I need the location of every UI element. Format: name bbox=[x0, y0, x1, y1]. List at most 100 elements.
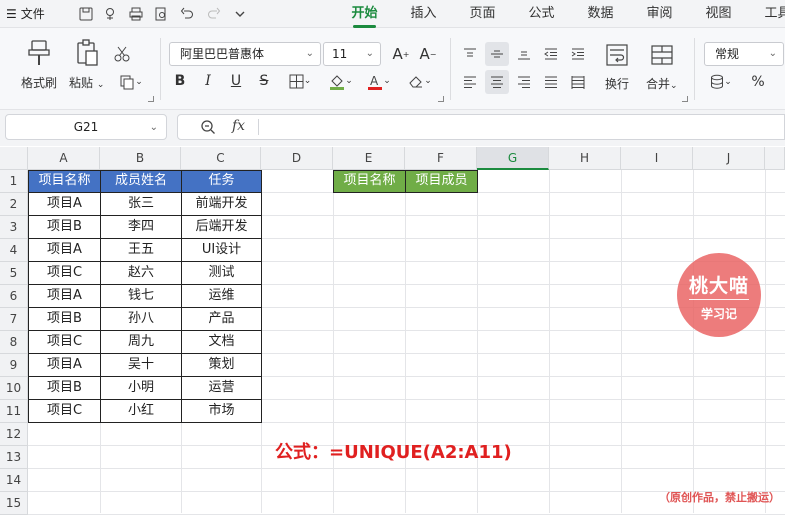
tab-review[interactable]: 审阅 bbox=[630, 0, 689, 28]
row-header-7[interactable]: 7 bbox=[0, 308, 28, 331]
underline-icon[interactable]: U bbox=[224, 69, 248, 93]
tab-page[interactable]: 页面 bbox=[453, 0, 512, 28]
percent-button[interactable]: % bbox=[746, 70, 770, 94]
table-cell[interactable]: 张三 bbox=[101, 193, 181, 215]
clear-button[interactable]: ⌄ bbox=[403, 69, 437, 93]
tab-home[interactable]: 开始 bbox=[335, 0, 394, 28]
table-cell[interactable]: 项目A bbox=[29, 285, 100, 307]
table-cell[interactable]: 后端开发 bbox=[182, 216, 261, 238]
column-header-c[interactable]: C bbox=[181, 147, 261, 170]
table-header-cell[interactable]: 项目名称 bbox=[29, 170, 100, 192]
table-cell[interactable]: 项目A bbox=[29, 239, 100, 261]
font-launcher-icon[interactable] bbox=[438, 96, 444, 102]
wrap-text-button[interactable]: 换行 bbox=[605, 40, 629, 92]
save-icon[interactable] bbox=[76, 4, 96, 24]
row-header-10[interactable]: 10 bbox=[0, 377, 28, 400]
redo-icon[interactable] bbox=[204, 4, 224, 24]
column-header-j[interactable]: J bbox=[693, 147, 765, 170]
row-header-13[interactable]: 13 bbox=[0, 446, 28, 469]
table-cell[interactable]: 项目C bbox=[29, 331, 100, 353]
column-header-d[interactable]: D bbox=[261, 147, 333, 170]
table-cell[interactable]: 运维 bbox=[182, 285, 261, 307]
table-header-cell[interactable]: 项目名称 bbox=[334, 170, 405, 192]
chevron-down-icon[interactable] bbox=[230, 4, 250, 24]
export-pdf-icon[interactable] bbox=[101, 4, 121, 24]
zoom-icon[interactable] bbox=[200, 119, 216, 138]
row-header-12[interactable]: 12 bbox=[0, 423, 28, 446]
column-header-a[interactable]: A bbox=[28, 147, 100, 170]
font-name-select[interactable]: 阿里巴巴普惠体 ⌄ bbox=[169, 42, 321, 66]
merge-button[interactable]: 合并⌄ bbox=[646, 40, 678, 92]
row-header-4[interactable]: 4 bbox=[0, 239, 28, 262]
column-header-k[interactable] bbox=[765, 147, 785, 170]
align-top-icon[interactable] bbox=[458, 42, 482, 66]
align-justify-icon[interactable] bbox=[539, 70, 563, 94]
tab-data[interactable]: 数据 bbox=[571, 0, 630, 28]
table-cell[interactable]: 项目C bbox=[29, 400, 100, 422]
fx-icon[interactable]: fx bbox=[232, 118, 245, 134]
table-cell[interactable]: 项目B bbox=[29, 216, 100, 238]
align-center-icon[interactable] bbox=[485, 70, 509, 94]
table-cell[interactable]: 项目C bbox=[29, 262, 100, 284]
table-cell[interactable]: 孙八 bbox=[101, 308, 181, 330]
row-header-14[interactable]: 14 bbox=[0, 469, 28, 492]
paste-button[interactable]: 粘贴 ⌄ bbox=[69, 38, 104, 91]
tab-view[interactable]: 视图 bbox=[689, 0, 748, 28]
row-header-6[interactable]: 6 bbox=[0, 285, 28, 308]
table-cell[interactable]: 李四 bbox=[101, 216, 181, 238]
align-middle-icon[interactable] bbox=[485, 42, 509, 66]
table-cell[interactable]: 周九 bbox=[101, 331, 181, 353]
currency-button[interactable]: ⌄ bbox=[704, 70, 738, 94]
undo-icon[interactable] bbox=[177, 4, 197, 24]
table-cell[interactable]: 吴十 bbox=[101, 354, 181, 376]
spreadsheet-grid[interactable]: A B C D E F G H I J 1 2 3 4 5 6 7 8 9 10 11 12 13 14 15 项目名称 成员姓名任… bbox=[0, 147, 785, 515]
name-box[interactable]: G21 ⌄ bbox=[5, 114, 167, 140]
table-header-cell[interactable]: 项目成员 bbox=[406, 170, 477, 192]
table-cell[interactable]: 钱七 bbox=[101, 285, 181, 307]
italic-icon[interactable]: I bbox=[196, 69, 220, 93]
table-cell[interactable]: 王五 bbox=[101, 239, 181, 261]
tab-insert[interactable]: 插入 bbox=[394, 0, 453, 28]
table-cell[interactable]: 文档 bbox=[182, 331, 261, 353]
table-cell[interactable]: 赵六 bbox=[101, 262, 181, 284]
align-bottom-icon[interactable] bbox=[512, 42, 536, 66]
row-header-9[interactable]: 9 bbox=[0, 354, 28, 377]
tab-tools[interactable]: 工具 bbox=[748, 0, 785, 28]
increase-font-icon[interactable]: A + bbox=[389, 42, 413, 66]
indent-decrease-icon[interactable] bbox=[539, 42, 563, 66]
row-header-5[interactable]: 5 bbox=[0, 262, 28, 285]
row-header-8[interactable]: 8 bbox=[0, 331, 28, 354]
row-header-11[interactable]: 11 bbox=[0, 400, 28, 423]
tab-formula[interactable]: 公式 bbox=[512, 0, 571, 28]
format-painter-button[interactable]: 格式刷 bbox=[21, 38, 57, 91]
font-color-button[interactable]: A ⌄ bbox=[362, 69, 396, 93]
column-header-f[interactable]: F bbox=[405, 147, 477, 170]
clipboard-launcher-icon[interactable] bbox=[148, 96, 154, 102]
row-header-3[interactable]: 3 bbox=[0, 216, 28, 239]
column-header-h[interactable]: H bbox=[549, 147, 621, 170]
table-cell[interactable]: 市场 bbox=[182, 400, 261, 422]
select-all-corner[interactable] bbox=[0, 147, 28, 170]
borders-button[interactable]: ⌄ bbox=[283, 69, 317, 93]
table-cell[interactable]: 项目A bbox=[29, 354, 100, 376]
row-header-1[interactable]: 1 bbox=[0, 170, 28, 193]
table-header-cell[interactable]: 任务 bbox=[182, 170, 261, 192]
fill-color-button[interactable]: ⌄ bbox=[324, 69, 358, 93]
number-format-select[interactable]: 常规 ⌄ bbox=[704, 42, 784, 66]
alignment-launcher-icon[interactable] bbox=[682, 96, 688, 102]
column-header-g[interactable]: G bbox=[477, 147, 549, 170]
formula-input[interactable]: fx bbox=[177, 114, 785, 140]
print-preview-icon[interactable] bbox=[151, 4, 171, 24]
row-header-2[interactable]: 2 bbox=[0, 193, 28, 216]
decrease-font-icon[interactable]: A − bbox=[416, 42, 440, 66]
align-left-icon[interactable] bbox=[458, 70, 482, 94]
indent-increase-icon[interactable] bbox=[566, 42, 590, 66]
print-icon[interactable] bbox=[126, 4, 146, 24]
table-cell[interactable]: 项目B bbox=[29, 308, 100, 330]
align-right-icon[interactable] bbox=[512, 70, 536, 94]
font-size-select[interactable]: 11 ⌄ bbox=[323, 42, 381, 66]
column-header-i[interactable]: I bbox=[621, 147, 693, 170]
bold-icon[interactable]: B bbox=[168, 69, 192, 93]
table-cell[interactable]: 小红 bbox=[101, 400, 181, 422]
table-header-cell[interactable]: 成员姓名 bbox=[101, 170, 181, 192]
